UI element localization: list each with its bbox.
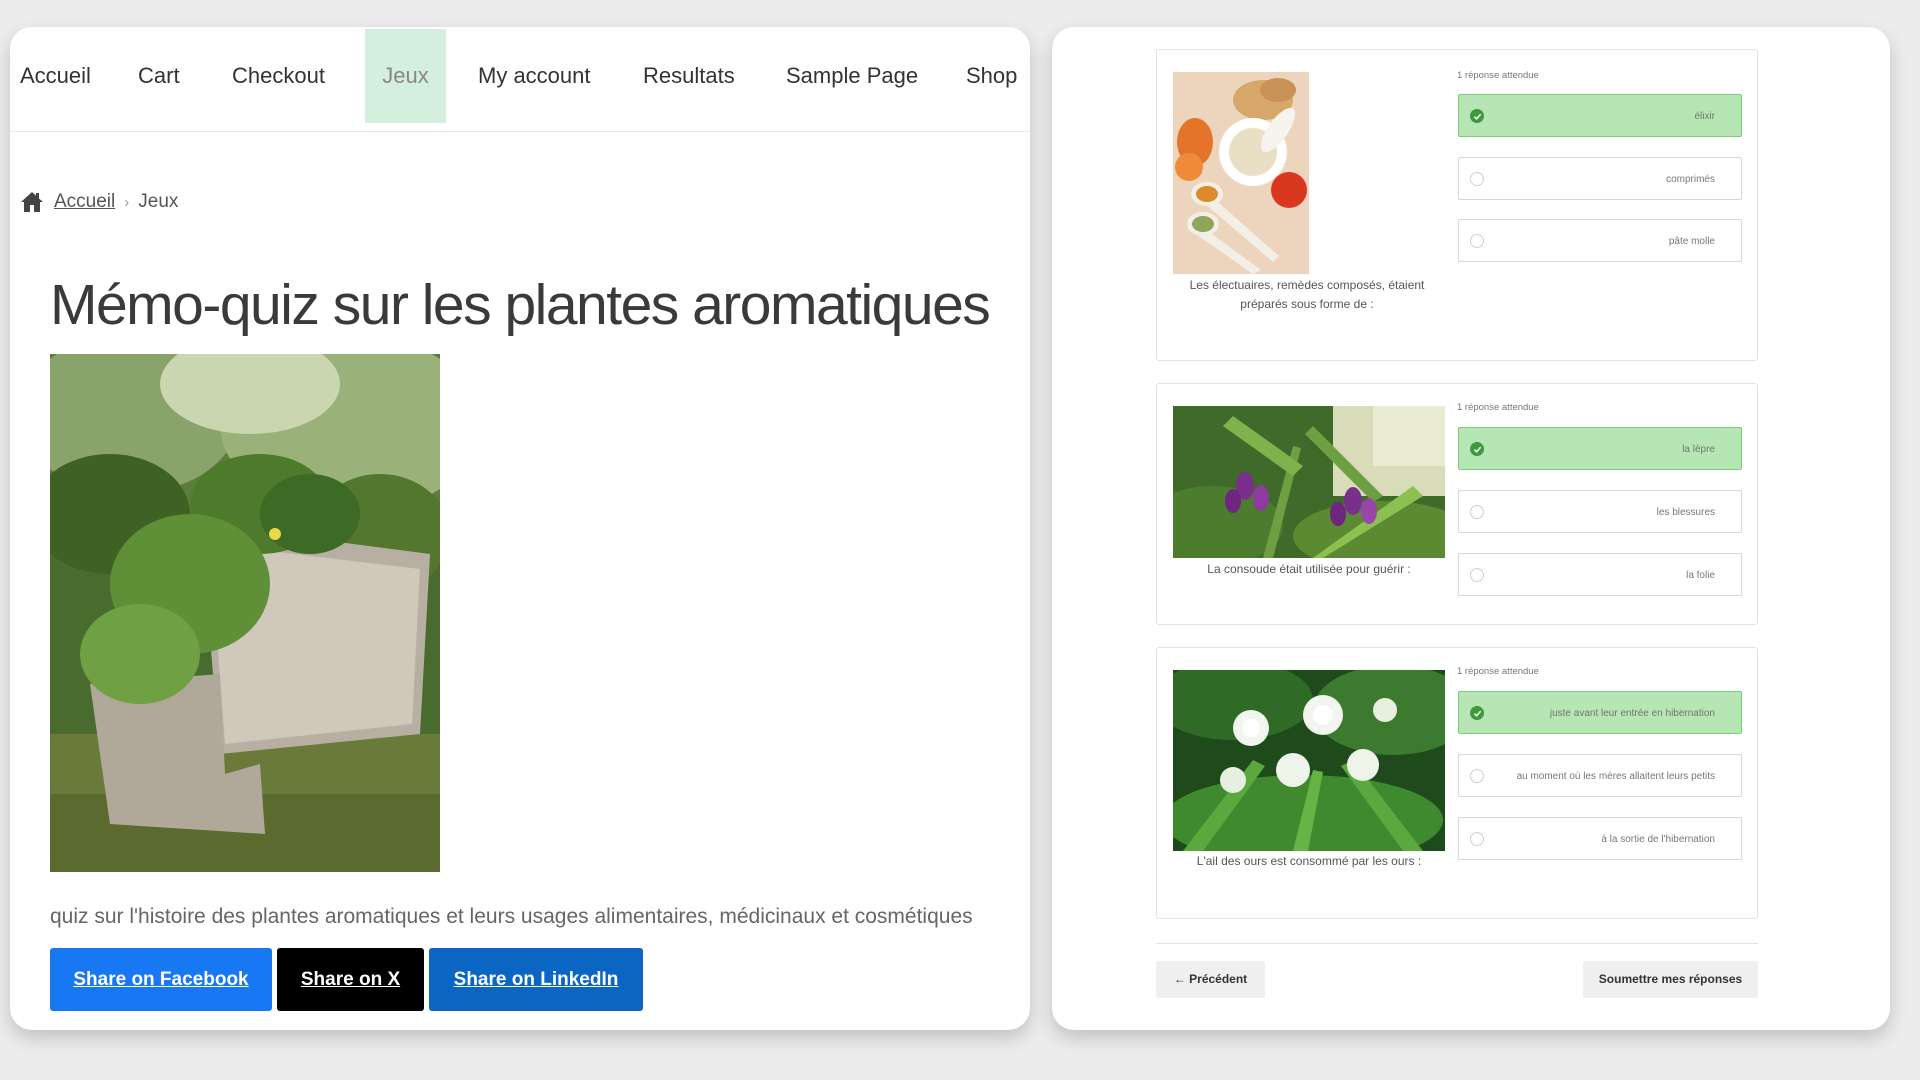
quiz-question-card: L'ail des ours est consommé par les ours… [1156, 647, 1758, 919]
share-x-button[interactable]: Share on X [277, 948, 424, 1011]
home-icon[interactable] [20, 191, 44, 213]
quiz-footer-divider [1156, 943, 1758, 944]
share-facebook-button[interactable]: Share on Facebook [50, 948, 272, 1011]
quiz-question-card: Les électuaires, remèdes composés, étaie… [1156, 49, 1758, 361]
main-navigation: Accueil Cart Checkout Jeux My account Re… [10, 27, 1030, 132]
nav-item-sample-page[interactable]: Sample Page [786, 29, 918, 123]
answer-option-label: les blessures [1656, 507, 1715, 518]
question-image-wild-garlic [1173, 670, 1445, 851]
radio-icon[interactable] [1470, 769, 1484, 783]
answer-option[interactable]: pâte molle [1458, 219, 1742, 262]
answer-option[interactable]: les blessures [1458, 490, 1742, 533]
nav-item-checkout[interactable]: Checkout [232, 29, 325, 123]
page-title: Mémo-quiz sur les plantes aromatiques [50, 273, 991, 337]
answer-option-label: comprimés [1666, 174, 1715, 185]
answer-option[interactable]: élixir [1458, 94, 1742, 137]
nav-item-accueil[interactable]: Accueil [20, 29, 91, 123]
answer-option[interactable]: juste avant leur entrée en hibernation [1458, 691, 1742, 734]
page-description: quiz sur l'histoire des plantes aromatiq… [50, 905, 973, 928]
nav-item-shop[interactable]: Shop [966, 29, 1017, 123]
breadcrumb-current: Jeux [138, 191, 179, 212]
nav-item-jeux[interactable]: Jeux [365, 29, 446, 123]
nav-item-resultats[interactable]: Resultats [643, 29, 735, 123]
main-page-panel: Accueil Cart Checkout Jeux My account Re… [10, 27, 1030, 1030]
radio-icon[interactable] [1470, 568, 1484, 582]
quiz-panel: Les électuaires, remèdes composés, étaie… [1052, 27, 1890, 1030]
breadcrumb-separator: › [124, 193, 130, 211]
answers-expected-hint: 1 réponse attendue [1457, 666, 1539, 677]
answer-option[interactable]: comprimés [1458, 157, 1742, 200]
checked-radio-icon[interactable] [1470, 442, 1484, 456]
checked-radio-icon[interactable] [1470, 706, 1484, 720]
submit-answers-button[interactable]: Soumettre mes réponses [1583, 961, 1758, 998]
answer-option-label: pâte molle [1668, 236, 1715, 247]
checked-radio-icon[interactable] [1470, 109, 1484, 123]
radio-icon[interactable] [1470, 832, 1484, 846]
answer-option[interactable]: au moment où les mères allaitent leurs p… [1458, 754, 1742, 797]
breadcrumb-home-link[interactable]: Accueil [54, 191, 115, 213]
answer-option-label: la folie [1686, 570, 1715, 581]
answer-option-label: la lèpre [1682, 444, 1715, 455]
breadcrumb: Accueil › Jeux [20, 187, 178, 217]
answer-option[interactable]: la lèpre [1458, 427, 1742, 470]
answer-option-label: élixir [1694, 111, 1715, 122]
previous-button[interactable]: ← Précédent [1156, 961, 1265, 998]
answer-option-label: à la sortie de l'hibernation [1601, 834, 1715, 845]
radio-icon[interactable] [1470, 172, 1484, 186]
question-text: La consoude était utilisée pour guérir : [1207, 562, 1411, 576]
quiz-question-card: La consoude était utilisée pour guérir :… [1156, 383, 1758, 625]
question-text: L'ail des ours est consommé par les ours… [1196, 854, 1422, 868]
answers-expected-hint: 1 réponse attendue [1457, 402, 1539, 413]
answers-expected-hint: 1 réponse attendue [1457, 70, 1539, 81]
question-text: Les électuaires, remèdes composés, étaie… [1189, 278, 1425, 311]
answer-option[interactable]: la folie [1458, 553, 1742, 596]
question-image-comfrey-flowers [1173, 406, 1445, 558]
question-image-mortar-spices [1173, 72, 1309, 274]
share-linkedin-button[interactable]: Share on LinkedIn [429, 948, 643, 1011]
answer-option-label: au moment où les mères allaitent leurs p… [1516, 771, 1715, 782]
nav-item-cart[interactable]: Cart [138, 29, 180, 123]
hero-image-herb-spiral [50, 354, 440, 872]
answer-option[interactable]: à la sortie de l'hibernation [1458, 817, 1742, 860]
answer-option-label: juste avant leur entrée en hibernation [1549, 708, 1715, 719]
radio-icon[interactable] [1470, 505, 1484, 519]
radio-icon[interactable] [1470, 234, 1484, 248]
nav-item-my-account[interactable]: My account [478, 29, 591, 123]
